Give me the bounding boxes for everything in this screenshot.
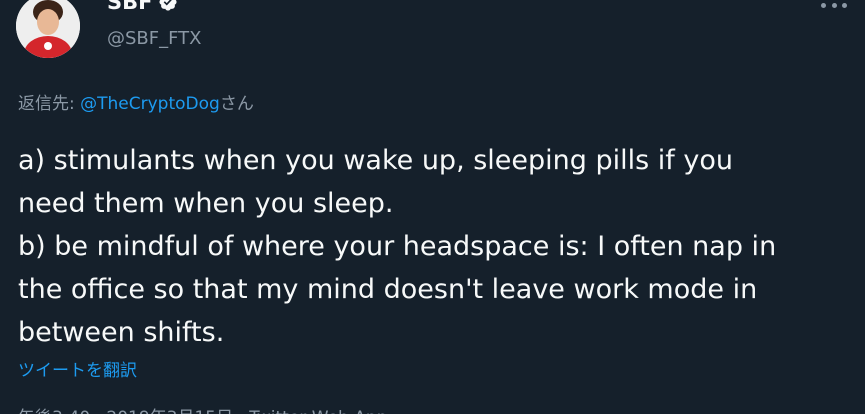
author-name-row: SBF xyxy=(107,0,178,14)
reply-suffix: さん xyxy=(219,94,254,114)
translate-tweet-link[interactable]: ツイートを翻訳 xyxy=(18,356,137,381)
reply-prefix: 返信先: xyxy=(18,94,81,114)
tweet: SBF @SBF_FTX 返信先: @TheCryptoDogさん a) sti… xyxy=(0,0,865,414)
tweet-body-line: the office so that my mind doesn't leave… xyxy=(18,274,758,305)
author-handle[interactable]: @SBF_FTX xyxy=(107,28,202,49)
tweet-body-line: a) stimulants when you wake up, sleeping… xyxy=(18,145,733,176)
display-name[interactable]: SBF xyxy=(107,0,152,14)
tweet-body-line: need them when you sleep. xyxy=(18,188,394,219)
tweet-body-line: between shifts. xyxy=(18,317,225,348)
author-avatar[interactable] xyxy=(16,0,80,58)
tweet-body-line: b) be mindful of where your headspace is… xyxy=(18,231,777,262)
more-options-icon[interactable] xyxy=(821,0,847,12)
reply-to-line: 返信先: @TheCryptoDogさん xyxy=(18,89,254,114)
tweet-body: a) stimulants when you wake up, sleeping… xyxy=(18,139,848,354)
reply-mention-link[interactable]: @TheCryptoDog xyxy=(80,94,220,114)
verified-badge-icon xyxy=(158,0,178,12)
tweet-timestamp[interactable]: 午後3:40 · 2019年3月15日 · Twitter Web App xyxy=(18,403,387,414)
